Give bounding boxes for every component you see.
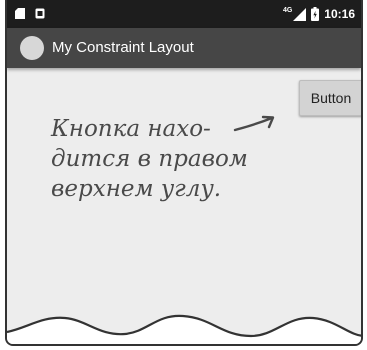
sd-card-icon [15,8,25,19]
network-type-label: 4G [282,6,293,14]
annotation-line: дится в правом [51,146,248,172]
top-right-button[interactable]: Button [299,80,361,116]
status-indicators: 4G 10:16 [283,5,355,23]
annotation-arrow-icon [233,115,275,132]
app-title: My Constraint Layout [52,39,194,56]
android-launcher-icon [20,36,44,60]
status-bar: 4G 10:16 [7,0,361,28]
torn-edge-decoration [7,314,361,344]
signal-icon [293,7,307,21]
notification-icon [35,8,45,19]
annotation-line: верхнем углу. [51,176,222,202]
battery-icon [311,7,320,21]
clock: 10:16 [324,7,355,21]
app-bar: My Constraint Layout [7,28,361,68]
phone-screen: 4G 10:16 My Constraint Layout Button Кно… [5,0,363,346]
